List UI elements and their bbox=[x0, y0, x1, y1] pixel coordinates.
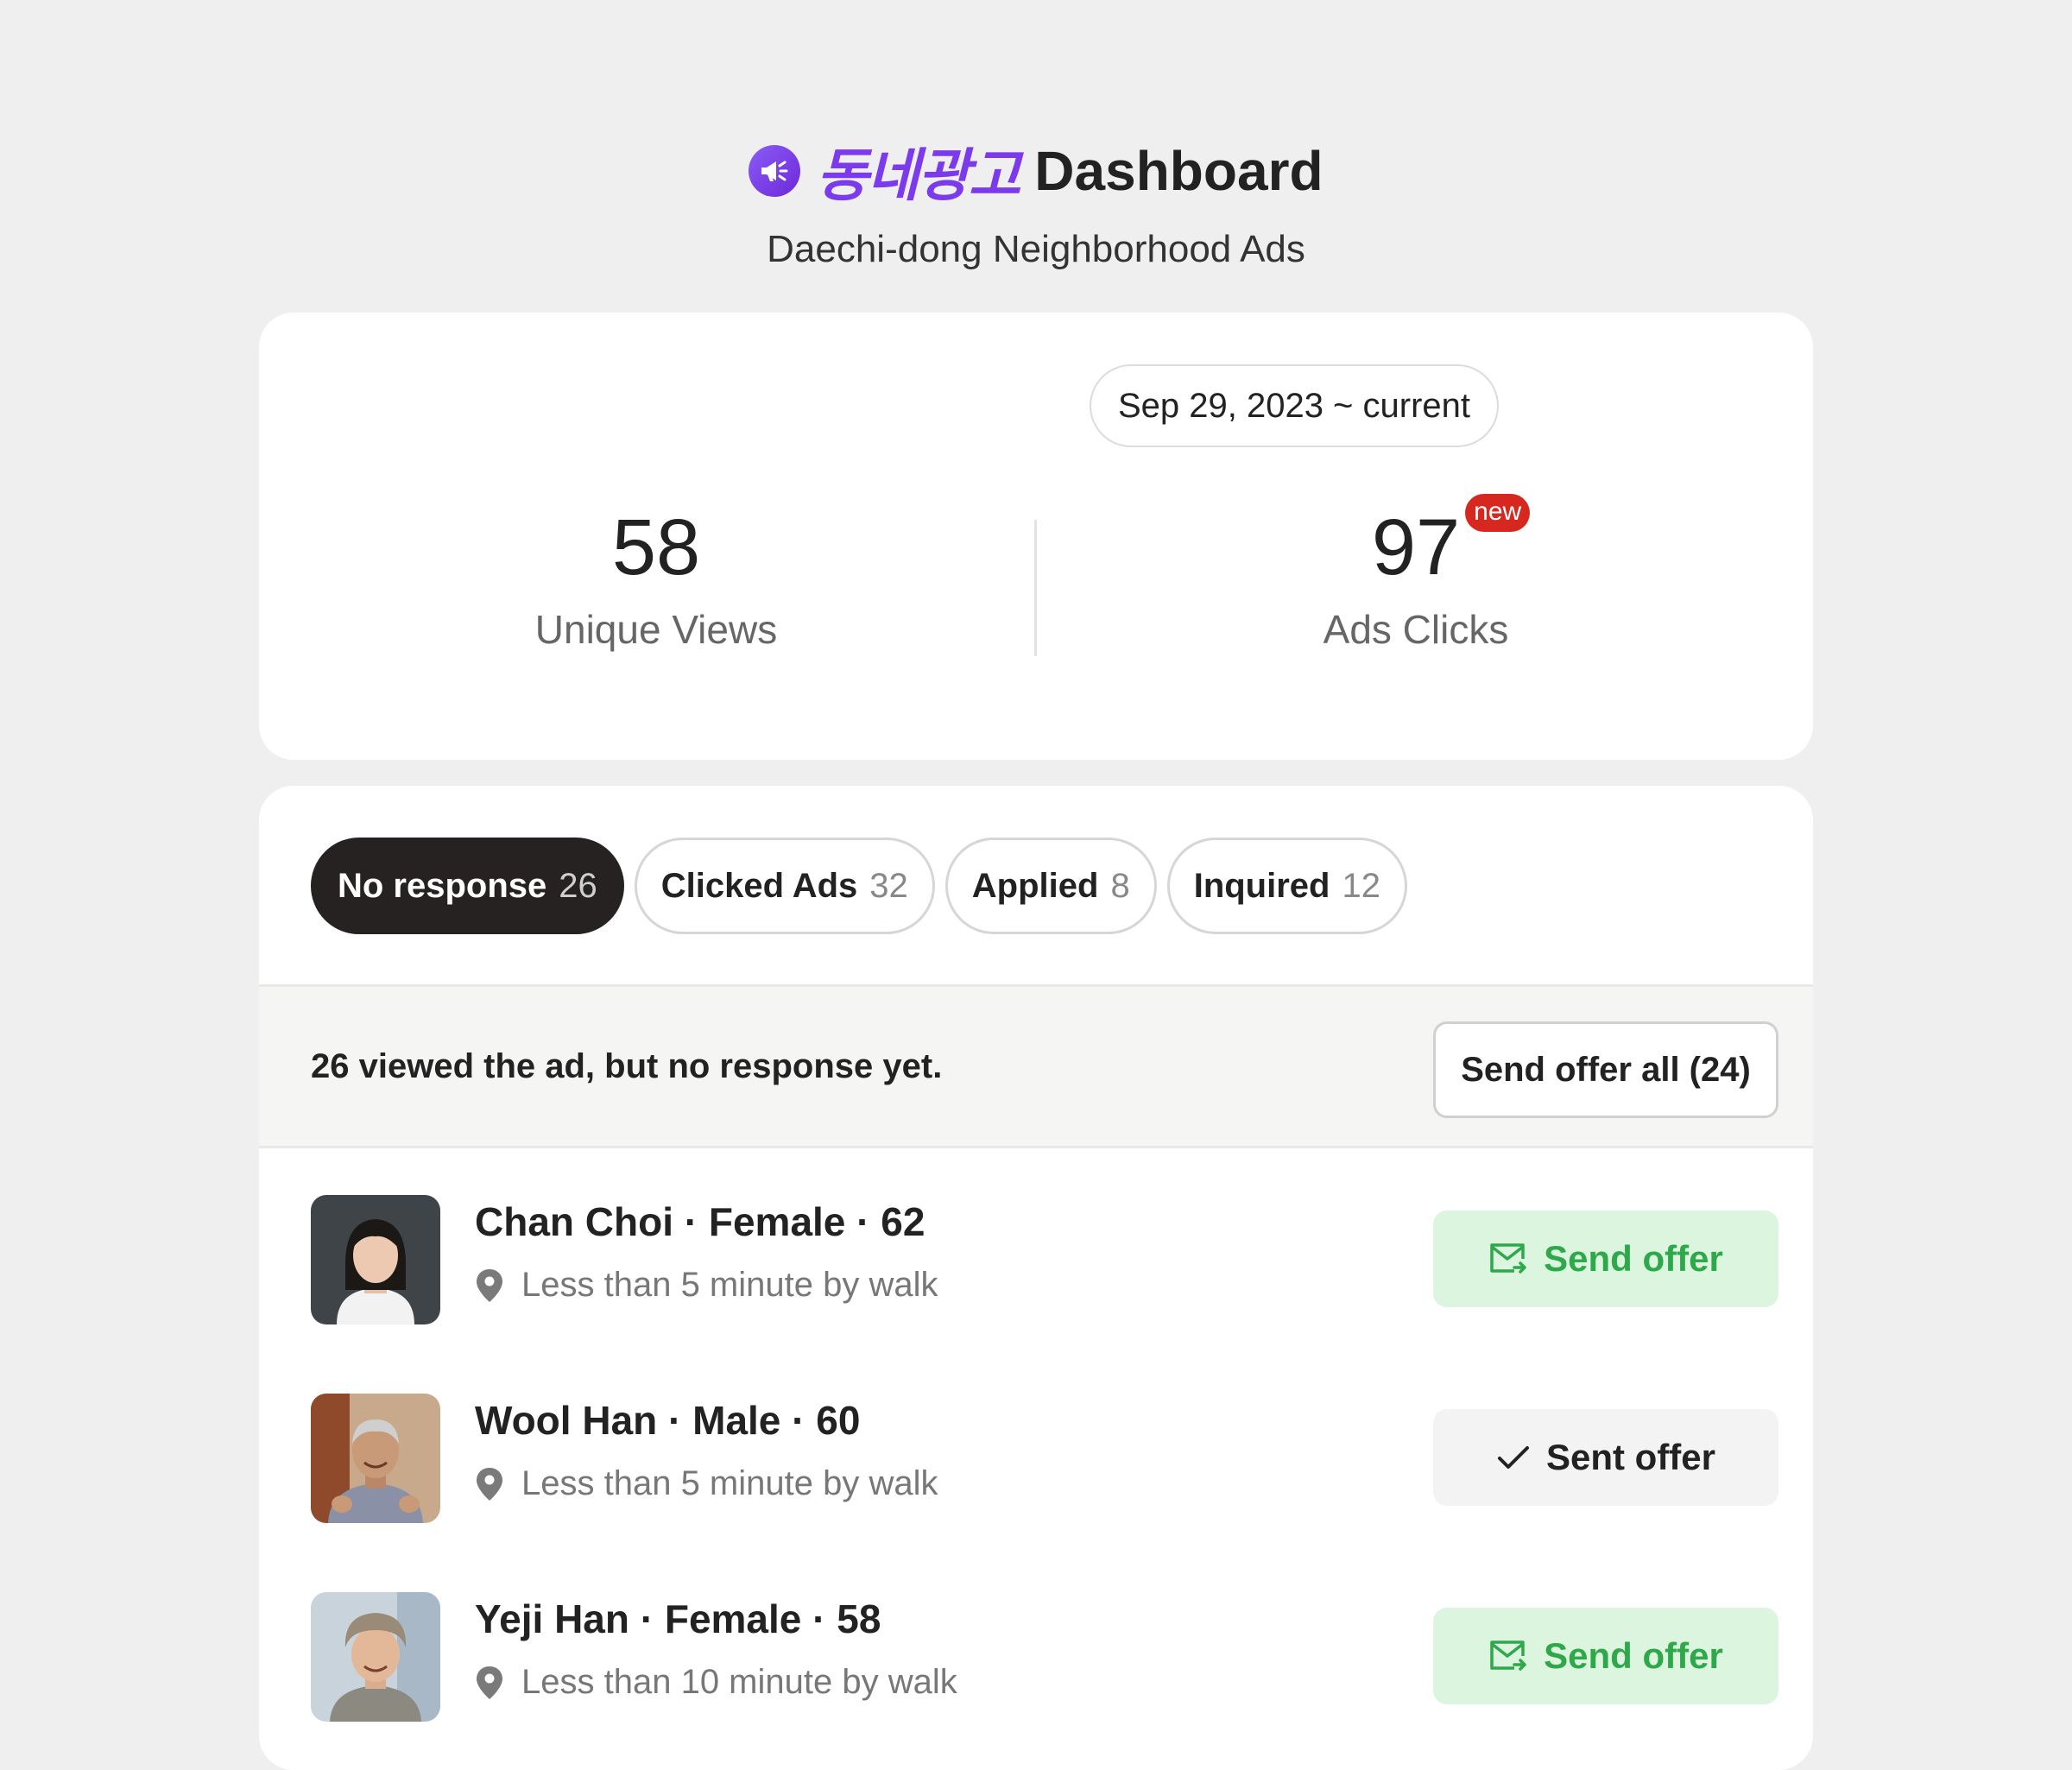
filter-tabs: No response 26 Clicked Ads 32 Applied 8 Inq… bbox=[311, 838, 1407, 934]
ads-clicks-label: Ads Clicks bbox=[1323, 607, 1509, 652]
tab-clicked-ads[interactable]: Clicked Ads 32 bbox=[634, 838, 935, 934]
stats-divider bbox=[1034, 520, 1037, 656]
title-row: 동네광고 Dashboard bbox=[0, 130, 2072, 212]
location-pin-icon bbox=[477, 1268, 502, 1302]
tab-label: Applied bbox=[971, 866, 1099, 905]
location-pin-icon bbox=[477, 1467, 502, 1501]
sent-offer-button[interactable]: Sent offer bbox=[1433, 1409, 1778, 1506]
list-item: Chan Choi · Female · 62 Less than 5 minu… bbox=[259, 1195, 1813, 1324]
ads-clicks-value: 97 bbox=[1371, 503, 1461, 591]
send-offer-button[interactable]: Send offer bbox=[1433, 1608, 1778, 1704]
send-offer-label: Send offer bbox=[1544, 1635, 1723, 1676]
send-offer-all-button[interactable]: Send offer all (24) bbox=[1433, 1021, 1778, 1118]
megaphone-icon bbox=[749, 145, 801, 197]
person-distance: Less than 10 minute by walk bbox=[475, 1663, 957, 1702]
person-name: Yeji Han · Female · 58 bbox=[475, 1596, 881, 1641]
tab-label: Clicked Ads bbox=[660, 866, 858, 905]
tab-count: 32 bbox=[869, 866, 908, 905]
tab-count: 12 bbox=[1342, 866, 1380, 905]
new-badge: new bbox=[1465, 494, 1531, 532]
tab-label: Inquired bbox=[1193, 866, 1330, 905]
tab-applied[interactable]: Applied 8 bbox=[944, 838, 1157, 934]
person-name: Chan Choi · Female · 62 bbox=[475, 1199, 925, 1244]
date-range-selector[interactable]: Sep 29, 2023 ~ current bbox=[1090, 364, 1499, 447]
ads-clicks-stat: 97 new Ads Clicks bbox=[1157, 494, 1675, 653]
sent-offer-label: Sent offer bbox=[1545, 1437, 1715, 1477]
page-title: Dashboard bbox=[1034, 140, 1323, 202]
tab-count: 26 bbox=[559, 866, 597, 905]
ads-clicks-number: 97 new bbox=[1372, 494, 1531, 587]
person-name: Wool Han · Male · 60 bbox=[475, 1398, 861, 1443]
send-offer-label: Send offer bbox=[1544, 1238, 1723, 1279]
avatar bbox=[311, 1394, 440, 1523]
page-header: 동네광고 Dashboard Daechi-dong Neighborhood … bbox=[0, 130, 2072, 271]
responses-card: No response 26 Clicked Ads 32 Applied 8 Inq… bbox=[259, 786, 1813, 1770]
person-distance: Less than 5 minute by walk bbox=[475, 1464, 938, 1503]
check-icon bbox=[1497, 1446, 1529, 1469]
list-item: Wool Han · Male · 60 Less than 5 minute … bbox=[259, 1394, 1813, 1523]
mail-send-icon bbox=[1490, 1640, 1526, 1671]
info-bar: 26 viewed the ad, but no response yet. S… bbox=[259, 984, 1813, 1148]
tab-inquired[interactable]: Inquired 12 bbox=[1166, 838, 1407, 934]
person-distance: Less than 5 minute by walk bbox=[475, 1266, 938, 1305]
distance-text: Less than 5 minute by walk bbox=[521, 1464, 938, 1502]
avatar bbox=[311, 1195, 440, 1324]
page-subtitle: Daechi-dong Neighborhood Ads bbox=[767, 228, 1305, 270]
list-item: Yeji Han · Female · 58 Less than 10 minu… bbox=[259, 1592, 1813, 1722]
tab-no-response[interactable]: No response 26 bbox=[311, 838, 624, 934]
tab-count: 8 bbox=[1110, 866, 1130, 905]
location-pin-icon bbox=[477, 1666, 502, 1699]
distance-text: Less than 5 minute by walk bbox=[521, 1266, 938, 1304]
brand-name: 동네광고 bbox=[816, 143, 1020, 207]
no-response-message: 26 viewed the ad, but no response yet. bbox=[311, 1047, 943, 1085]
tab-label: No response bbox=[338, 866, 547, 905]
send-offer-button[interactable]: Send offer bbox=[1433, 1211, 1778, 1307]
unique-views-stat: 58 Unique Views bbox=[397, 508, 915, 653]
unique-views-value: 58 bbox=[611, 503, 701, 591]
unique-views-label: Unique Views bbox=[534, 607, 778, 652]
avatar bbox=[311, 1592, 440, 1722]
mail-send-icon bbox=[1490, 1243, 1526, 1274]
distance-text: Less than 10 minute by walk bbox=[521, 1663, 957, 1701]
stats-card: Sep 29, 2023 ~ current 58 Unique Views 9… bbox=[259, 313, 1813, 760]
